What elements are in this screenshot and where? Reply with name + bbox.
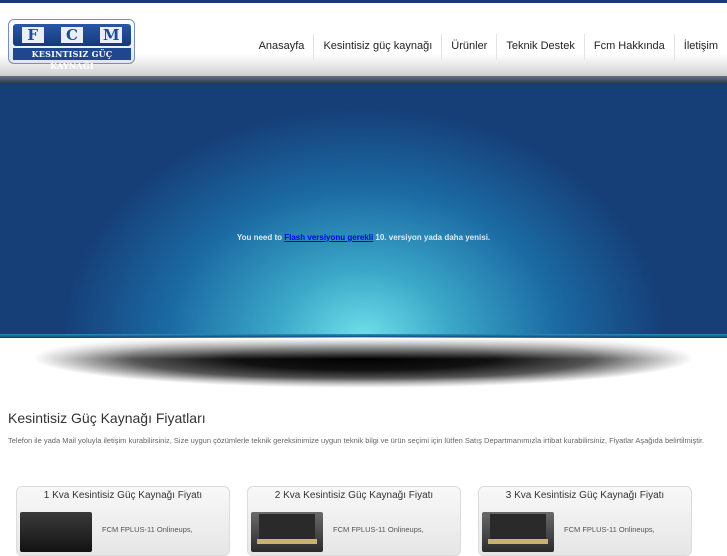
flash-required-message: You need to Flash versiyonu gerekli 10. …	[0, 233, 727, 242]
product-card-1kva[interactable]: 1 Kva Kesintisiz Güç Kaynağı Fiyatı FCM …	[16, 486, 230, 556]
card-title[interactable]: 2 Kva Kesintisiz Güç Kaynağı Fiyatı	[248, 490, 460, 501]
flash-msg-suffix: 10. versiyon yada daha yenisi.	[373, 233, 491, 242]
fcm-logo[interactable]: F C M KESINTISIZ GÜÇ KAYNAĞI	[8, 19, 135, 71]
product-image[interactable]	[482, 512, 554, 552]
main-nav: Anasayfa Kesintisiz güç kaynağı Ürünler …	[250, 34, 727, 60]
logo-letter-f: F	[21, 26, 44, 44]
card-title[interactable]: 3 Kva Kesintisiz Güç Kaynağı Fiyatı	[479, 490, 691, 501]
nav-ups[interactable]: Kesintisiz güç kaynağı	[314, 34, 443, 60]
site-header: F C M KESINTISIZ GÜÇ KAYNAĞI Anasayfa Ke…	[0, 3, 727, 76]
nav-about[interactable]: Fcm Hakkında	[585, 34, 675, 60]
page-description: Telefon ile yada Mail yoluyla iletişim k…	[8, 436, 705, 445]
product-card-2kva[interactable]: 2 Kva Kesintisiz Güç Kaynağı Fiyatı FCM …	[247, 486, 461, 556]
logo-letter-m: M	[100, 26, 123, 44]
nav-tech-support[interactable]: Teknik Destek	[497, 34, 585, 60]
product-image[interactable]	[251, 512, 323, 552]
product-image[interactable]	[20, 512, 92, 552]
product-image-panel	[490, 514, 546, 540]
card-text: FCM FPLUS-11 Onlineups,	[102, 525, 193, 534]
card-text: FCM FPLUS-11 Onlineups,	[564, 525, 655, 534]
flash-download-link[interactable]: Flash versiyonu gerekli	[284, 233, 373, 242]
card-text: FCM FPLUS-11 Onlineups,	[333, 525, 424, 534]
product-image-panel	[259, 514, 315, 540]
nav-contact[interactable]: İletişim	[675, 34, 727, 60]
logo-letter-c: C	[60, 26, 83, 44]
product-image-strip	[488, 539, 548, 544]
page-title: Kesintisiz Güç Kaynağı Fiyatları	[8, 410, 206, 426]
nav-home[interactable]: Anasayfa	[250, 34, 315, 60]
card-title[interactable]: 1 Kva Kesintisiz Güç Kaynağı Fiyatı	[17, 490, 229, 501]
product-image-strip	[257, 539, 317, 544]
product-card-3kva[interactable]: 3 Kva Kesintisiz Güç Kaynağı Fiyatı FCM …	[478, 486, 692, 556]
flash-msg-prefix: You need to	[236, 233, 285, 242]
banner-top-strip	[0, 76, 727, 84]
banner-shadow-fade	[0, 338, 727, 408]
logo-tagline: KESINTISIZ GÜÇ KAYNAĞI	[13, 48, 131, 71]
nav-products[interactable]: Ürünler	[442, 34, 498, 60]
banner-bottom-line	[0, 334, 727, 337]
logo-letters: F C M	[13, 24, 131, 46]
flash-banner: You need to Flash versiyonu gerekli 10. …	[0, 76, 727, 338]
